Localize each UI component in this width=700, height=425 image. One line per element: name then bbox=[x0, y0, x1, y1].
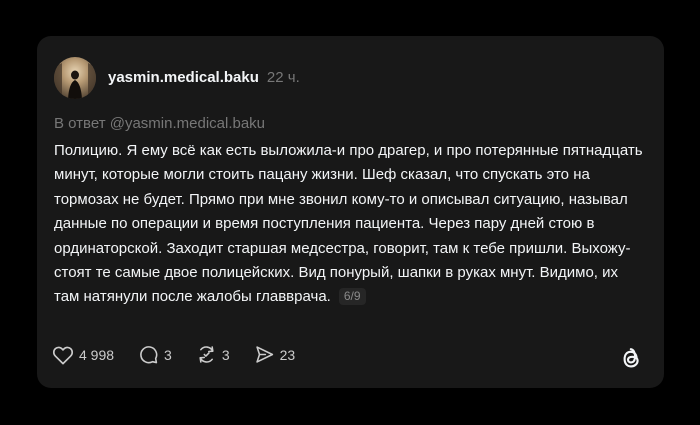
share-icon bbox=[255, 346, 273, 363]
post-card: yasmin.medical.baku 22 ч. В ответ @yasmi… bbox=[37, 36, 664, 388]
post-body: Полицию. Я ему всё как есть выложила-и п… bbox=[54, 139, 644, 310]
repost-button[interactable]: 3 bbox=[196, 344, 230, 365]
reply-to-label[interactable]: В ответ @yasmin.medical.baku bbox=[54, 115, 265, 132]
post-header: yasmin.medical.baku 22 ч. bbox=[108, 69, 300, 86]
like-count: 4 998 bbox=[79, 346, 115, 363]
share-button[interactable]: 23 bbox=[254, 344, 296, 365]
post-time[interactable]: 22 ч. bbox=[267, 69, 300, 86]
avatar[interactable] bbox=[54, 57, 96, 99]
thread-counter: 6/9 bbox=[338, 288, 366, 306]
comment-count: 3 bbox=[164, 346, 172, 363]
share-count: 23 bbox=[279, 346, 296, 363]
action-bar: 4 998 3 3 23 bbox=[52, 344, 319, 365]
like-button[interactable]: 4 998 bbox=[52, 345, 114, 365]
comment-button[interactable]: 3 bbox=[138, 344, 172, 365]
username[interactable]: yasmin.medical.baku bbox=[108, 69, 259, 86]
threads-logo-icon[interactable] bbox=[619, 346, 643, 377]
post-text: Полицию. Я ему всё как есть выложила-и п… bbox=[54, 142, 643, 306]
repost-count: 3 bbox=[221, 346, 230, 363]
heart-icon bbox=[52, 346, 74, 364]
comment-icon bbox=[140, 346, 158, 364]
repost-icon bbox=[199, 346, 214, 363]
